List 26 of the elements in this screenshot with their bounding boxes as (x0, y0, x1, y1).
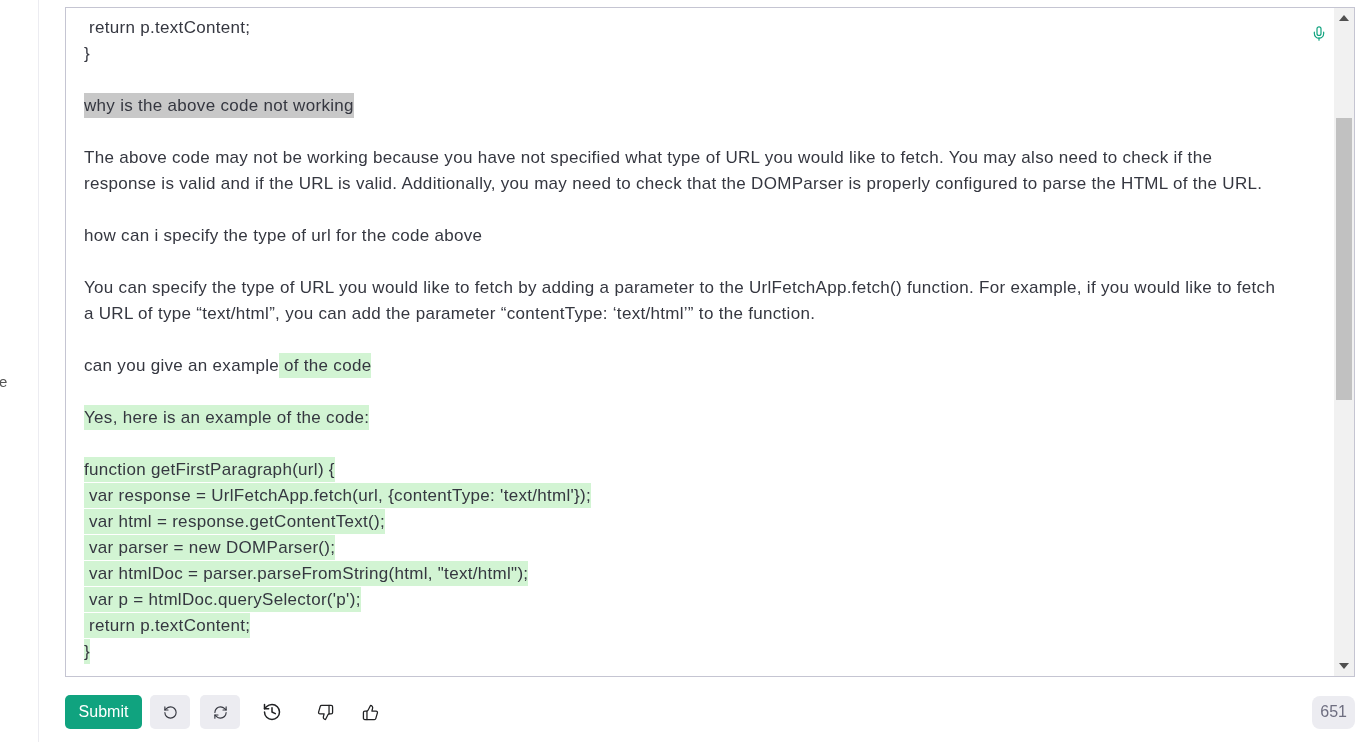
sidebar-text: e (0, 372, 9, 392)
undo-button[interactable] (150, 695, 190, 729)
scrollbar[interactable] (1334, 8, 1354, 676)
text-line: can you give an example of the code (84, 353, 372, 379)
text-line: how can i specify the type of url for the code above (84, 225, 483, 247)
undo-icon (162, 704, 178, 720)
history-icon (262, 702, 282, 722)
thumbs-up-button[interactable] (362, 703, 379, 721)
text-line: You can specify the type of URL you would like to fetch by adding a parameter to the UrlFetchApp.fetch() function. For example, if you would like to fetch a URL of type “text/html”, you can add the parameter “contentType: ‘text/html’” to the function. (84, 277, 1276, 325)
thumbs-up-icon (362, 703, 379, 721)
text-line: } (84, 43, 90, 65)
prompt-editor[interactable] (65, 7, 1355, 677)
text-line: The above code may not be working because you have not specified what type of URL you would like to fetch. You may also need to check if the response is valid and if the URL is valid. Additionally, you may need to check that the DOMParser is properly configured to parse the HTML of the URL. (84, 147, 1263, 195)
submit-button[interactable]: Submit (65, 695, 142, 729)
regenerate-button[interactable] (200, 695, 240, 729)
history-button[interactable] (262, 702, 282, 722)
thumbs-down-button[interactable] (317, 703, 334, 721)
scrollbar-thumb[interactable] (1336, 118, 1352, 400)
scroll-down-arrow-icon[interactable] (1339, 663, 1349, 669)
token-count: 651 (1312, 695, 1355, 729)
scroll-up-arrow-icon[interactable] (1339, 15, 1349, 21)
thumbs-down-icon (317, 703, 334, 721)
microphone-button[interactable] (1311, 25, 1327, 42)
text-line: return p.textContent; (88, 17, 251, 39)
microphone-icon (1311, 25, 1327, 42)
refresh-icon (212, 704, 228, 720)
